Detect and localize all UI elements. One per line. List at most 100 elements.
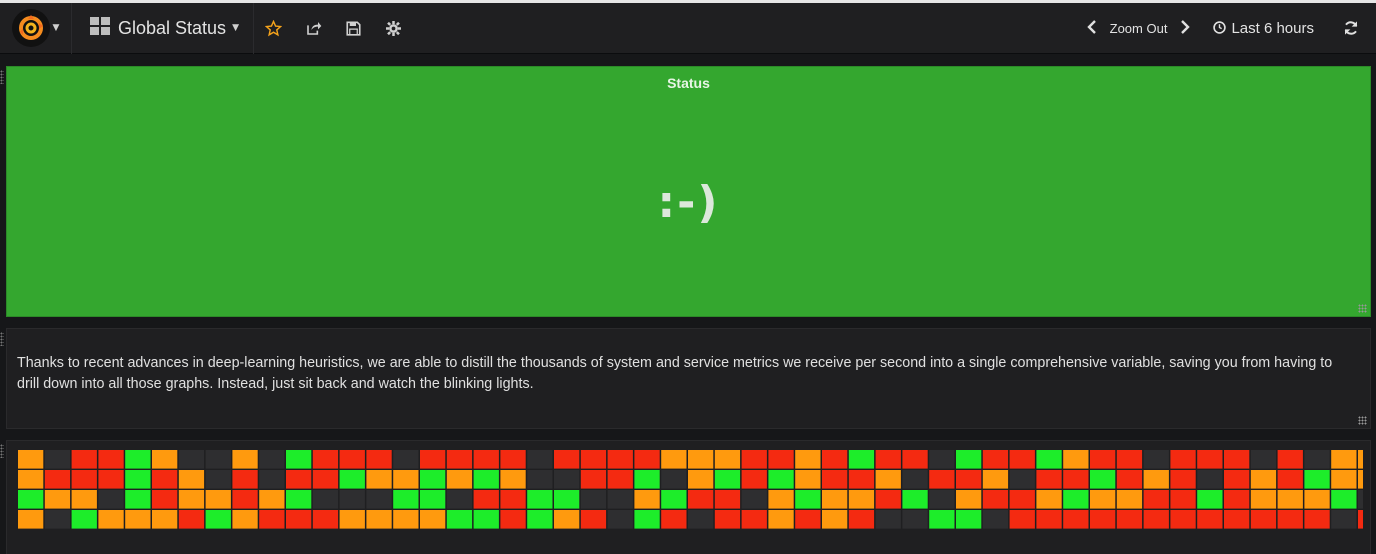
status-light-cell (982, 490, 1009, 509)
status-light-cell (500, 450, 526, 469)
status-light-cell (822, 470, 848, 489)
status-light-cell (312, 470, 339, 489)
status-light-cell (286, 470, 312, 489)
status-light-cell (44, 510, 71, 529)
status-light-cell (259, 450, 285, 469)
status-light-cell (98, 510, 124, 529)
refresh-button[interactable] (1326, 3, 1376, 54)
status-light-cell (902, 510, 928, 529)
status-light-cell (1090, 470, 1116, 489)
status-light-cell (1277, 490, 1303, 509)
panel-resize-handle[interactable] (1358, 304, 1367, 313)
status-panel: Status :-) (6, 66, 1371, 317)
time-range-picker[interactable]: Last 6 hours (1199, 19, 1326, 38)
star-button[interactable] (254, 3, 294, 54)
status-light-cell (1358, 490, 1363, 509)
status-light-cell (661, 510, 687, 529)
status-light-cell (312, 450, 339, 469)
status-light-cell (366, 450, 392, 469)
status-light-cell (1116, 470, 1143, 489)
blinking-lights-panel (6, 440, 1371, 554)
status-value: :-) (657, 177, 720, 228)
status-light-cell (125, 450, 151, 469)
status-light-cell (554, 490, 580, 509)
save-button[interactable] (334, 3, 374, 54)
status-light-cell (822, 490, 848, 509)
status-light-cell (500, 470, 526, 489)
status-light-cell (1224, 450, 1250, 469)
status-panel-title[interactable]: Status (7, 75, 1370, 91)
status-light-cell (1250, 490, 1277, 509)
status-light-cell (1358, 470, 1363, 489)
status-light-cell (554, 510, 580, 529)
status-light-cell (1304, 450, 1330, 469)
share-button[interactable] (294, 3, 334, 54)
gear-icon (386, 20, 402, 36)
status-light-cell (956, 450, 982, 469)
status-light-cell (795, 510, 821, 529)
panel-drag-handle[interactable] (0, 444, 4, 458)
status-light-cell (393, 470, 419, 489)
status-light-cell (152, 490, 178, 509)
caret-down-icon: ▼ (232, 23, 239, 33)
status-light-cell (902, 490, 928, 509)
status-light-cell (1090, 510, 1116, 529)
panel-drag-handle[interactable] (0, 332, 4, 346)
chevron-right-icon[interactable] (1179, 19, 1191, 38)
status-light-cell (152, 510, 178, 529)
status-light-cell (688, 490, 714, 509)
refresh-icon (1344, 21, 1358, 35)
status-light-cell (420, 450, 446, 469)
status-light-cell (473, 470, 499, 489)
chevron-left-icon[interactable] (1086, 19, 1098, 38)
status-light-cell (286, 450, 312, 469)
status-light-cell (259, 470, 285, 489)
status-light-cell (1009, 450, 1035, 469)
status-light-cell (554, 470, 580, 489)
status-light-cell (607, 470, 633, 489)
panel-drag-handle[interactable] (0, 70, 4, 84)
status-light-cell (1197, 450, 1223, 469)
save-icon (346, 20, 362, 36)
status-light-cell (1197, 510, 1223, 529)
status-light-cell (661, 450, 687, 469)
status-light-cell (420, 510, 446, 529)
status-light-cell (286, 490, 312, 509)
status-light-cell (634, 450, 660, 469)
settings-button[interactable] (374, 3, 414, 54)
status-light-cell (875, 510, 901, 529)
grafana-menu-button[interactable]: ▼ (0, 2, 72, 54)
status-light-cell (1170, 510, 1196, 529)
status-light-cell (714, 510, 741, 529)
status-light-cell (473, 450, 499, 469)
status-light-cell (741, 510, 767, 529)
status-light-cell (1358, 510, 1363, 529)
status-light-cell (1170, 470, 1196, 489)
status-light-cell (339, 470, 365, 489)
status-light-cell (98, 470, 124, 489)
status-light-cell (1063, 450, 1089, 469)
status-light-cell (1009, 510, 1035, 529)
status-light-cell (500, 490, 526, 509)
status-light-cell (1063, 470, 1089, 489)
status-light-cell (982, 470, 1009, 489)
status-light-cell (795, 450, 821, 469)
status-light-cell (982, 510, 1009, 529)
status-light-cell (98, 490, 124, 509)
status-light-cell (1358, 450, 1363, 469)
status-light-cell (339, 490, 365, 509)
status-light-cell (1304, 490, 1330, 509)
top-navbar: ▼ Global Status ▼ Zoom Out Last 6 hours (0, 2, 1376, 54)
status-light-cell (152, 470, 178, 489)
status-light-cell (875, 490, 901, 509)
status-light-cell (1116, 510, 1143, 529)
zoom-controls: Zoom Out (1078, 19, 1200, 38)
status-light-cell (929, 470, 955, 489)
status-light-cell (420, 470, 446, 489)
dashboard-title-button[interactable]: Global Status ▼ (72, 2, 254, 54)
dashboard-title: Global Status (118, 17, 227, 38)
status-light-cell (500, 510, 526, 529)
zoom-out-button[interactable]: Zoom Out (1104, 21, 1174, 36)
panel-resize-handle[interactable] (1358, 416, 1367, 425)
status-light-cell (580, 490, 607, 509)
